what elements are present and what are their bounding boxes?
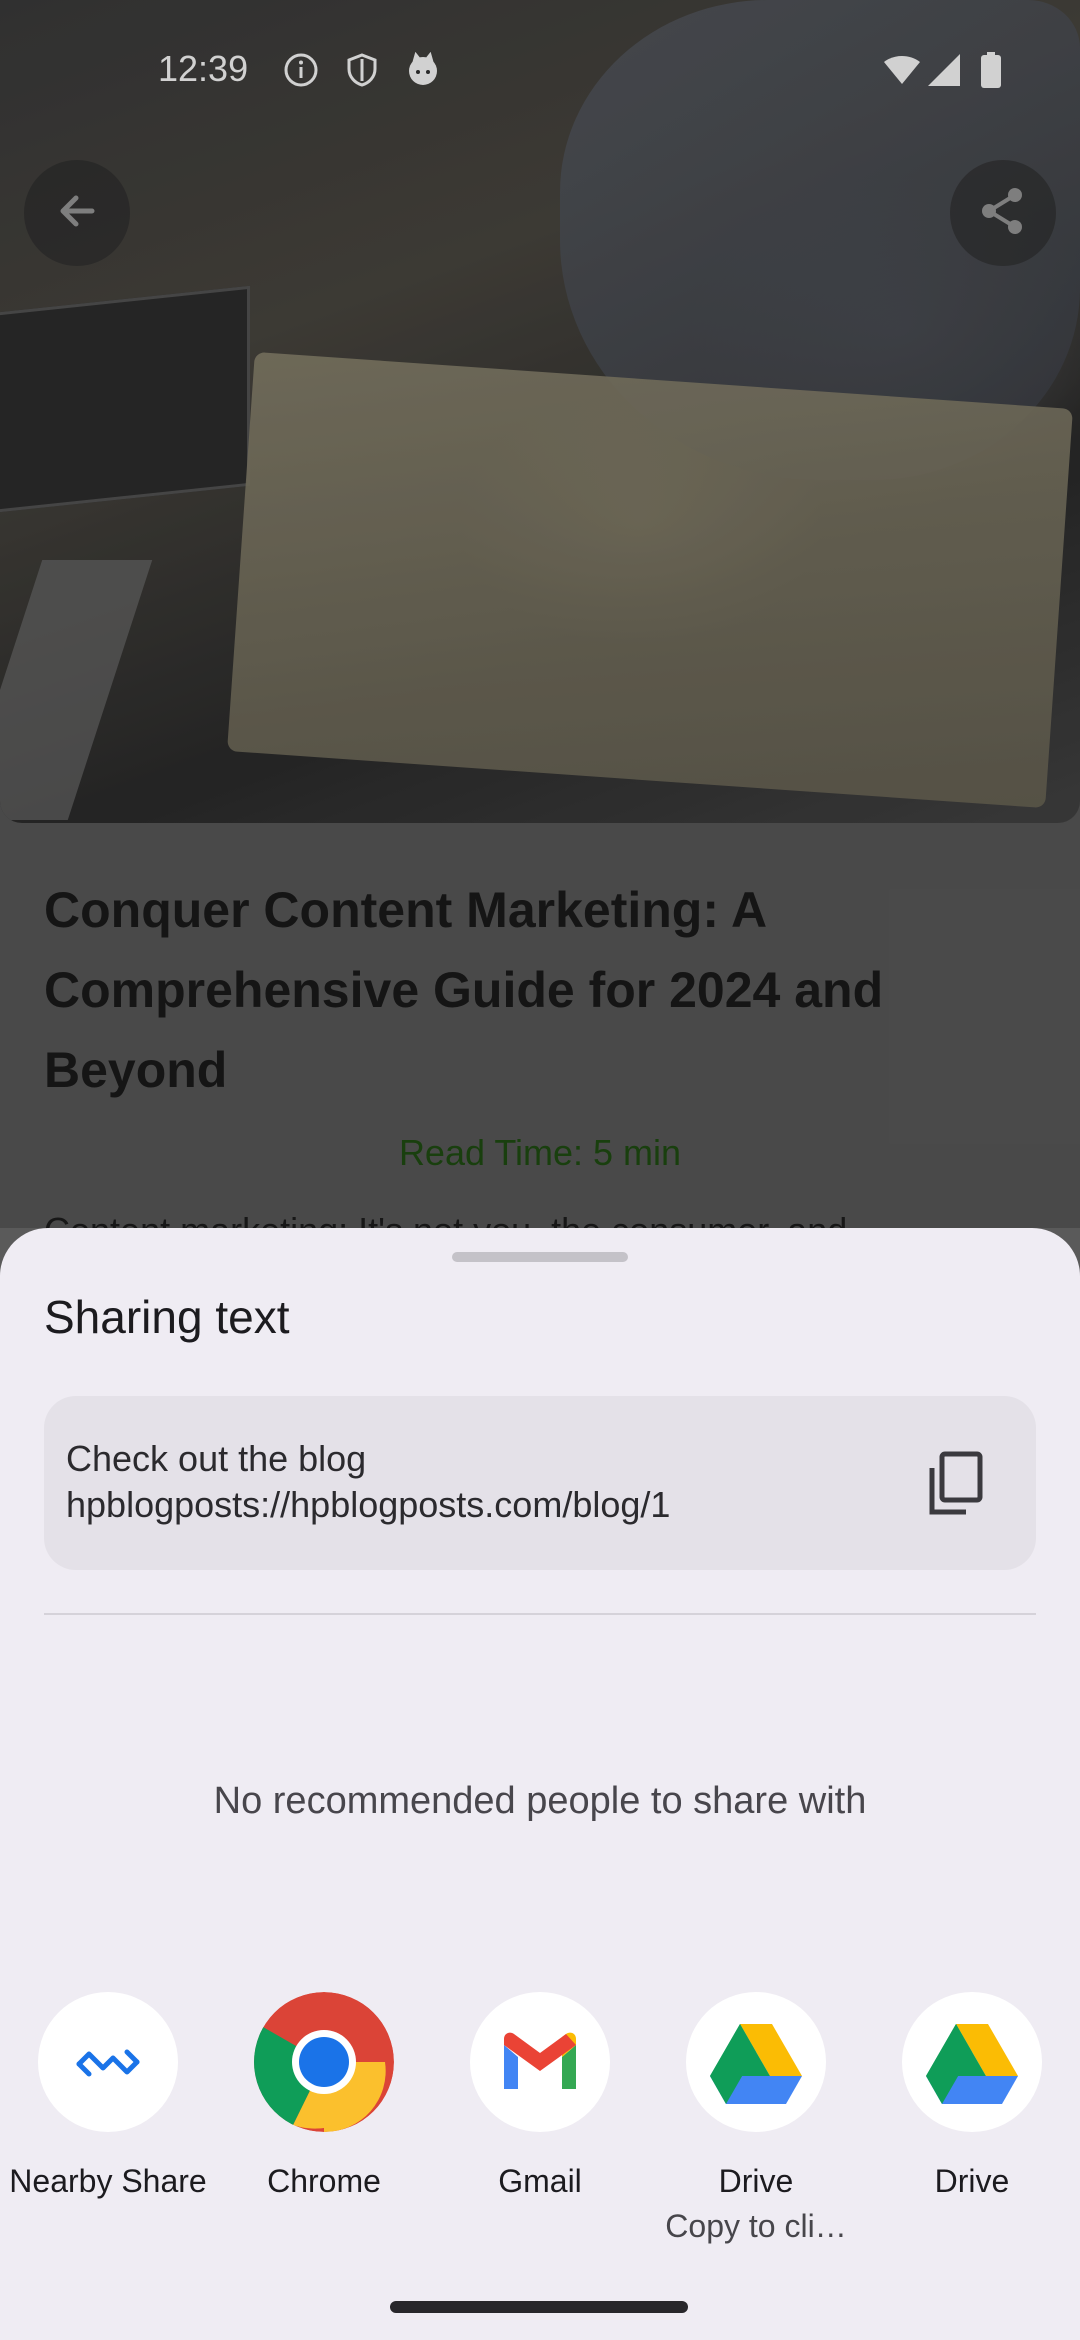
back-button[interactable]	[24, 160, 130, 266]
battery-icon	[980, 52, 1002, 88]
article-title: Conquer Content Marketing: A Comprehensi…	[44, 882, 884, 1098]
divider	[44, 1613, 1036, 1615]
share-button[interactable]	[950, 160, 1056, 266]
shared-text: Check out the blog hpblogposts://hpblogp…	[66, 1438, 671, 1525]
google-drive-icon	[902, 1992, 1042, 2132]
home-indicator[interactable]	[390, 2301, 688, 2313]
no-recommended-people-text: No recommended people to share with	[213, 1780, 867, 1822]
nearby-share-icon	[38, 1992, 178, 2132]
app-sublabel: Copy to cli…	[665, 2208, 847, 2244]
sheet-title: Sharing text	[44, 1291, 290, 1343]
app-label: Drive	[934, 2163, 1010, 2199]
status-time: 12:39	[158, 48, 249, 89]
shield-icon	[344, 52, 380, 88]
share-sheet: Sharing text Check out the blog hpblogpo…	[0, 1228, 1080, 2340]
app-label: Chrome	[267, 2163, 381, 2199]
app-label: Nearby Share	[9, 2163, 207, 2199]
read-time: Read Time: 5 min	[398, 1132, 682, 1173]
gmail-icon	[470, 1992, 610, 2132]
copy-icon	[918, 1451, 994, 1526]
cat-face-icon	[405, 51, 441, 88]
info-icon	[283, 52, 319, 88]
drag-handle[interactable]	[452, 1252, 628, 1262]
cellular-signal-icon	[926, 52, 962, 88]
wifi-icon	[882, 52, 922, 88]
arrow-left-icon	[52, 186, 102, 241]
chrome-icon	[254, 1992, 394, 2132]
share-target-drive[interactable]: Drive	[872, 1992, 1072, 2206]
share-target-nearby-share[interactable]: Nearby Share	[8, 1992, 208, 2206]
copy-button[interactable]	[918, 1446, 994, 1522]
app-label: Gmail	[498, 2163, 582, 2199]
shared-text-preview: Check out the blog hpblogposts://hpblogp…	[44, 1396, 1036, 1570]
share-icon	[975, 183, 1031, 244]
share-target-gmail[interactable]: Gmail	[440, 1992, 640, 2206]
google-drive-icon	[686, 1992, 826, 2132]
share-target-drive-copy[interactable]: Drive Copy to cli…	[656, 1992, 856, 2246]
status-bar: 12:39	[0, 0, 1080, 140]
app-label: Drive	[718, 2163, 794, 2199]
share-target-chrome[interactable]: Chrome	[224, 1992, 424, 2206]
